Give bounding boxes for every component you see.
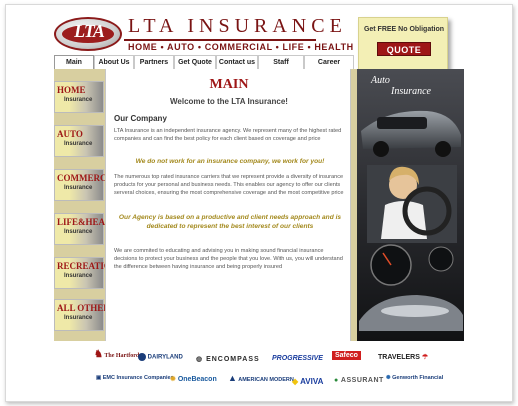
- auto-insurance-image: Auto Insurance: [357, 69, 464, 341]
- partner-name: Genworth Financial: [392, 375, 444, 381]
- partner-assurant[interactable]: ● ASSURANT: [334, 377, 384, 384]
- sidebar-item-subtitle: Insurance: [64, 273, 93, 279]
- encompass-icon: ◍: [196, 356, 204, 363]
- partner-name: AVIVA: [300, 377, 324, 386]
- nav-career[interactable]: Career: [304, 55, 354, 69]
- nav-contact-us[interactable]: Contact us: [216, 55, 258, 69]
- section-title: Our Company: [114, 114, 167, 123]
- sidebar-item-title: ALL OTHER: [57, 303, 110, 313]
- nav-get-quote[interactable]: Get Quote: [174, 55, 216, 69]
- partner-logos: ♞ The Hartford DAIRYLAND ◍ ENCOMPASS PRO…: [86, 345, 443, 400]
- partner-hartford[interactable]: ♞ The Hartford: [94, 349, 139, 360]
- nav-partners[interactable]: Partners: [134, 55, 174, 69]
- partner-name: OneBeacon: [177, 376, 217, 383]
- sidebar-item-recreation[interactable]: RECREATION Insurance: [54, 257, 117, 289]
- sidebar-item-all-other[interactable]: ALL OTHER Insurance: [54, 299, 110, 331]
- stag-icon: ♞: [94, 349, 103, 360]
- highlight-quote-2: Our Agency is based on a productive and …: [118, 214, 342, 230]
- highlight-quote-1: We do not work for an insurance company,…: [135, 158, 325, 165]
- nav-about-us[interactable]: About Us: [94, 55, 134, 69]
- partner-name: PROGRESSIVE: [272, 355, 323, 362]
- sidebar-item-life-health[interactable]: LIFE&HEALTH Insurance: [54, 213, 123, 245]
- onebeacon-icon: ✹: [170, 376, 176, 383]
- partner-safeco[interactable]: Safeco: [332, 351, 361, 360]
- partner-name: ASSURANT: [340, 377, 384, 384]
- umbrella-icon: ☂: [421, 354, 429, 361]
- quote-button[interactable]: QUOTE: [377, 42, 431, 56]
- dairyland-icon: [138, 353, 146, 361]
- partner-american-modern[interactable]: ▲ AMERICAN MODERN: [228, 373, 294, 383]
- nav-staff[interactable]: Staff: [258, 55, 304, 69]
- partner-name: TRAVELERS: [378, 354, 420, 361]
- aviva-icon: ◆: [292, 377, 299, 386]
- right-panel-title: Auto Insurance: [371, 75, 431, 97]
- main-nav: Main About Us Partners Get Quote Contact…: [54, 55, 354, 69]
- quote-box: Get FREE No Obligation QUOTE: [358, 17, 448, 73]
- brand-tagline: HOME • AUTO • COMMERCIAL • LIFE • HEALTH: [128, 42, 354, 52]
- partner-onebeacon[interactable]: ✹ OneBeacon: [170, 375, 217, 383]
- partner-dairyland[interactable]: DAIRYLAND: [138, 353, 183, 361]
- sidebar-item-title: HOME: [57, 85, 86, 95]
- brand-divider: [124, 39, 316, 41]
- partner-name: EMC Insurance Companies: [102, 375, 174, 381]
- welcome-heading: Welcome to the LTA Insurance!: [170, 97, 288, 106]
- emc-icon: ▣: [96, 375, 102, 381]
- partner-genworth[interactable]: ✺ Genworth Financial: [386, 375, 443, 381]
- right-panel-title-line1: Auto: [371, 75, 390, 86]
- auto-insurance-illustration: [357, 69, 464, 341]
- partner-travelers[interactable]: TRAVELERS ☂: [378, 353, 428, 361]
- sidebar-item-subtitle: Insurance: [64, 141, 93, 147]
- american-modern-icon: ▲: [228, 373, 237, 383]
- partner-name: ENCOMPASS: [206, 356, 260, 363]
- sidebar-item-auto[interactable]: AUTO Insurance: [54, 125, 104, 157]
- sidebar-item-subtitle: Insurance: [64, 97, 93, 103]
- sidebar-item-subtitle: Insurance: [64, 185, 93, 191]
- main-content: MAIN Welcome to the LTA Insurance! Our C…: [105, 69, 351, 341]
- sidebar: HOME Insurance AUTO Insurance COMMERCIAL…: [54, 69, 123, 339]
- assurant-icon: ●: [334, 377, 339, 384]
- partner-aviva[interactable]: ◆ AVIVA: [292, 377, 323, 386]
- partner-name: DAIRYLAND: [147, 354, 183, 361]
- paragraph-carriers: The numerous top rated insurance carrier…: [114, 174, 344, 196]
- nav-main[interactable]: Main: [54, 55, 94, 69]
- partner-encompass[interactable]: ◍ ENCOMPASS: [196, 355, 260, 363]
- brand-title: LTA INSURANCE: [128, 15, 347, 37]
- sidebar-item-subtitle: Insurance: [64, 229, 93, 235]
- page-frame: LTA LTA INSURANCE HOME • AUTO • COMMERCI…: [5, 4, 513, 402]
- partner-emc[interactable]: ▣ EMC Insurance Companies: [96, 375, 174, 381]
- page-title: MAIN: [209, 77, 249, 92]
- partner-name: Safeco: [335, 352, 358, 359]
- paragraph-intro: LTA Insurance is an independent insuranc…: [114, 128, 342, 142]
- sidebar-item-commercial[interactable]: COMMERCIAL Insurance: [54, 169, 123, 201]
- paragraph-commitment: We are commited to educating and advisin…: [114, 248, 343, 270]
- logo-text: LTA: [74, 21, 105, 41]
- partner-name: The Hartford: [104, 353, 140, 359]
- partner-name: AMERICAN MODERN: [238, 377, 294, 383]
- sidebar-item-title: AUTO: [57, 129, 83, 139]
- genworth-icon: ✺: [386, 375, 391, 381]
- partner-progressive[interactable]: PROGRESSIVE: [272, 355, 323, 362]
- sidebar-item-home[interactable]: HOME Insurance: [54, 81, 104, 113]
- right-panel-title-line2: Insurance: [391, 86, 431, 97]
- sidebar-item-subtitle: Insurance: [64, 315, 93, 321]
- quote-caption: Get FREE No Obligation: [363, 26, 445, 33]
